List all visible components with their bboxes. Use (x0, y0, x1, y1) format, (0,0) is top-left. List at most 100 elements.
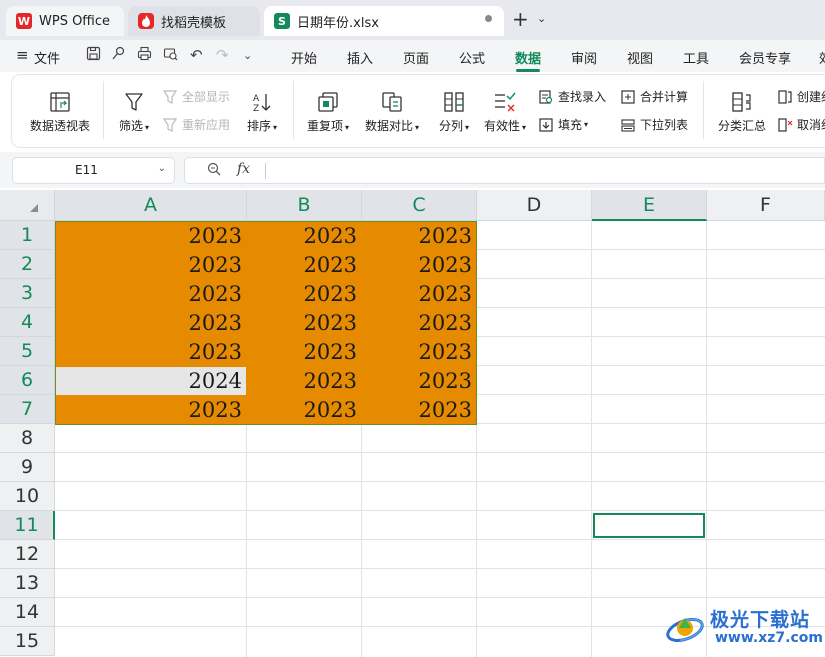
cell-b5[interactable]: 2023 (247, 337, 361, 366)
insert-function-icon[interactable]: fx (237, 161, 250, 177)
data-compare-button[interactable]: 数据对比 ▾ (360, 83, 424, 134)
row-header-1[interactable]: 1 (0, 221, 55, 250)
row-header-11[interactable]: 11 (0, 511, 55, 540)
subtotal-button[interactable]: 分类汇总 (712, 83, 772, 134)
gridline (55, 597, 825, 598)
cell-b1[interactable]: 2023 (247, 221, 361, 250)
menu-tools[interactable]: 工具 (683, 48, 709, 67)
cell-b7[interactable]: 2023 (247, 395, 361, 424)
split-columns-button[interactable]: 分列 ▾ (432, 83, 476, 134)
duplicates-button[interactable]: 重复项 ▾ (302, 83, 354, 134)
print-icon[interactable] (137, 46, 152, 65)
row-header-15[interactable]: 15 (0, 627, 55, 656)
menu-review[interactable]: 审阅 (571, 48, 597, 67)
dropdown-list-button[interactable]: 下拉列表 (620, 116, 688, 133)
menu-data[interactable]: 数据 (515, 48, 541, 67)
tab-wps-office[interactable]: W WPS Office (6, 6, 124, 36)
row-header-4[interactable]: 4 (0, 308, 55, 337)
cell-b3[interactable]: 2023 (247, 279, 361, 308)
cell-c4[interactable]: 2023 (362, 308, 476, 337)
cell-a5[interactable]: 2023 (56, 337, 246, 366)
row-header-12[interactable]: 12 (0, 540, 55, 569)
validity-button[interactable]: 有效性 ▾ (480, 83, 530, 134)
cell-b4[interactable]: 2023 (247, 308, 361, 337)
row-header-5[interactable]: 5 (0, 337, 55, 366)
menu-file[interactable]: 文件 (34, 48, 60, 67)
ribbon-toolbar: 数据透视表 筛选 ▾ 全部显示 重新应用 AZ 排序 ▾ 重复项 ▾ 数据对比 ▾ (12, 75, 825, 147)
chevron-down-icon[interactable]: ⌄ (158, 163, 166, 174)
column-header-b[interactable]: B (247, 190, 362, 221)
sort-button[interactable]: AZ 排序 ▾ (240, 83, 284, 134)
cell-a2[interactable]: 2023 (56, 250, 246, 279)
redo-icon[interactable]: ↷ (216, 46, 229, 64)
active-cell-e11[interactable] (593, 513, 705, 538)
subtotal-icon (731, 83, 753, 113)
tab-close-icon[interactable] (485, 15, 492, 22)
menu-member[interactable]: 会员专享 (739, 48, 791, 67)
formula-separator (265, 163, 266, 179)
cell-c6[interactable]: 2023 (362, 366, 476, 395)
new-tab-plus-icon[interactable]: + (512, 9, 529, 29)
row-header-6[interactable]: 6 (0, 366, 55, 395)
ungroup-icon (777, 117, 793, 133)
menu-insert[interactable]: 插入 (347, 48, 373, 67)
row-header-14[interactable]: 14 (0, 598, 55, 627)
print-preview-icon[interactable] (163, 46, 178, 65)
menu-formula[interactable]: 公式 (459, 48, 485, 67)
hamburger-menu-icon[interactable]: ≡ (16, 48, 29, 63)
cell-c1[interactable]: 2023 (362, 221, 476, 250)
find-entry-button[interactable]: 查找录入 (538, 88, 606, 105)
show-all-button[interactable]: 全部显示 (162, 88, 230, 105)
row-header-2[interactable]: 2 (0, 250, 55, 279)
menu-home[interactable]: 开始 (291, 48, 317, 67)
cell-c3[interactable]: 2023 (362, 279, 476, 308)
cell-b2[interactable]: 2023 (247, 250, 361, 279)
ungroup-button[interactable]: 取消组 (777, 116, 825, 133)
duplicates-icon (317, 83, 339, 113)
cell-a4[interactable]: 2023 (56, 308, 246, 337)
filter-button[interactable]: 筛选 ▾ (112, 83, 156, 134)
menu-efficiency[interactable]: 效 (819, 48, 825, 67)
quick-access-more-icon[interactable]: ⌄ (243, 49, 252, 62)
create-group-button[interactable]: 创建组 (777, 88, 825, 105)
cell-c5[interactable]: 2023 (362, 337, 476, 366)
row-header-10[interactable]: 10 (0, 482, 55, 511)
row-header-3[interactable]: 3 (0, 279, 55, 308)
cell-b6[interactable]: 2023 (247, 366, 361, 395)
column-header-c[interactable]: C (362, 190, 477, 221)
row-header-8[interactable]: 8 (0, 424, 55, 453)
merge-calculation-button[interactable]: 合并计算 (620, 88, 688, 105)
format-painter-icon[interactable] (111, 46, 126, 65)
formula-input[interactable]: fx (184, 157, 825, 184)
undo-icon[interactable]: ↶ (190, 46, 203, 64)
column-header-a[interactable]: A (55, 190, 247, 221)
select-all-corner[interactable] (0, 190, 55, 221)
column-header-d[interactable]: D (477, 190, 592, 221)
save-icon[interactable] (86, 46, 101, 65)
cell-c2[interactable]: 2023 (362, 250, 476, 279)
menu-view[interactable]: 视图 (627, 48, 653, 67)
tab-docer-templates[interactable]: 找稻壳模板 (128, 6, 260, 36)
sort-icon: AZ (251, 83, 273, 113)
fill-button[interactable]: 填充 ▾ (538, 116, 588, 133)
cell-a7[interactable]: 2023 (56, 395, 246, 424)
pivot-table-button[interactable]: 数据透视表 (28, 83, 92, 134)
column-header-e[interactable]: E (592, 190, 707, 221)
cell-a1[interactable]: 2023 (56, 221, 246, 250)
row-header-13[interactable]: 13 (0, 569, 55, 598)
tab-current-file[interactable]: S 日期年份.xlsx (264, 6, 504, 36)
chevron-down-icon[interactable]: ⌄ (537, 12, 546, 25)
spreadsheet-grid[interactable]: A B C D E F 1 2 3 4 5 6 7 8 9 10 11 12 1… (0, 190, 825, 657)
name-box[interactable]: E11 ⌄ (12, 157, 175, 184)
gridline (55, 510, 825, 511)
column-header-f[interactable]: F (707, 190, 825, 221)
cell-c7[interactable]: 2023 (362, 395, 476, 424)
row-header-9[interactable]: 9 (0, 453, 55, 482)
reapply-button[interactable]: 重新应用 (162, 116, 230, 133)
cell-a6[interactable]: 2024 (56, 366, 246, 395)
row-header-7[interactable]: 7 (0, 395, 55, 424)
zoom-search-icon[interactable] (207, 162, 221, 180)
cell-a3[interactable]: 2023 (56, 279, 246, 308)
gridline (706, 221, 707, 657)
menu-page[interactable]: 页面 (403, 48, 429, 67)
